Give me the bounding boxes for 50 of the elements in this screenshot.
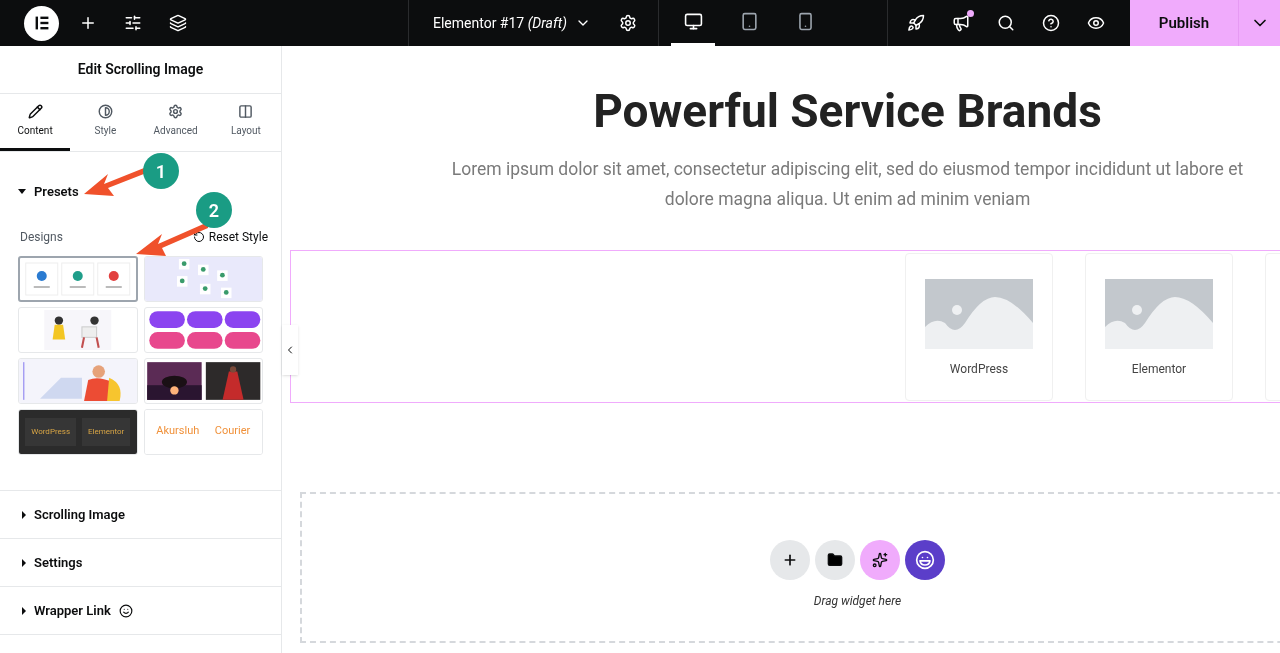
preset-label: Akursluh (156, 423, 200, 440)
folder-icon (827, 551, 843, 568)
settings-icon[interactable] (618, 14, 637, 32)
image-placeholder-icon (1105, 278, 1213, 349)
reset-icon (192, 230, 205, 243)
page-paragraph: Lorem ipsum dolor sit amet, consectetur adipiscing elit, sed do eiusmod tempor incididunt ut labore et dolore magna aliqua. Ut enim ad minim veniam (450, 158, 1245, 211)
section-header[interactable]: Presets (18, 182, 79, 202)
settings-icon (168, 104, 184, 119)
section-header[interactable]: Wrapper Link (0, 587, 281, 635)
sparkles-icon (872, 551, 888, 568)
panel-tab[interactable]: Content (0, 94, 71, 151)
collapse-panel-handle[interactable] (282, 325, 298, 375)
preset-label: Elementor (82, 417, 131, 446)
card-label: Elementor (1131, 360, 1187, 378)
help-icon[interactable] (1042, 14, 1060, 32)
reset-style-button[interactable]: Reset Style (192, 227, 268, 246)
preset-label: WordPress (25, 417, 77, 446)
drop-zone-hint: Drag widget here (813, 592, 902, 610)
panel-tab[interactable]: Advanced (140, 94, 211, 151)
smiley-button[interactable] (905, 539, 945, 580)
section-header[interactable]: Settings (0, 539, 281, 587)
preview-icon[interactable] (1087, 14, 1105, 32)
publish-button[interactable]: Publish (1130, 0, 1238, 46)
preset-design[interactable]: WordPress Elementor (18, 408, 138, 455)
page-heading: Powerful Service Brands (593, 83, 1102, 140)
panel-tab[interactable]: Layout (210, 94, 281, 151)
ai-sparkles-button[interactable] (860, 539, 900, 580)
rocket-icon[interactable] (907, 14, 925, 32)
document-title-dropdown[interactable]: Elementor #17 (Draft) (433, 12, 591, 34)
add-icon[interactable] (79, 14, 97, 32)
desktop-icon (683, 12, 703, 31)
site-settings-icon[interactable] (124, 14, 142, 32)
add-widget-button[interactable] (770, 539, 810, 580)
megaphone-icon[interactable] (952, 14, 970, 32)
columns-icon (238, 104, 254, 119)
layers-icon[interactable] (169, 14, 187, 32)
pencil-icon (27, 104, 43, 119)
designs-label: Designs (20, 228, 63, 246)
search-icon[interactable] (997, 14, 1015, 32)
template-folder-button[interactable] (815, 539, 855, 580)
image-placeholder-icon (925, 278, 1033, 349)
smiley-icon (915, 549, 935, 570)
elementor-logo-icon[interactable] (24, 5, 59, 41)
preset-label: Courier (214, 423, 251, 440)
card-label: WordPress (949, 360, 1009, 378)
panel-title: Edit Scrolling Image (77, 60, 204, 79)
panel-tab[interactable]: Style (70, 94, 141, 151)
tablet-icon (739, 12, 759, 31)
section-header[interactable]: Scrolling Image (0, 491, 281, 539)
contrast-icon (97, 104, 113, 119)
